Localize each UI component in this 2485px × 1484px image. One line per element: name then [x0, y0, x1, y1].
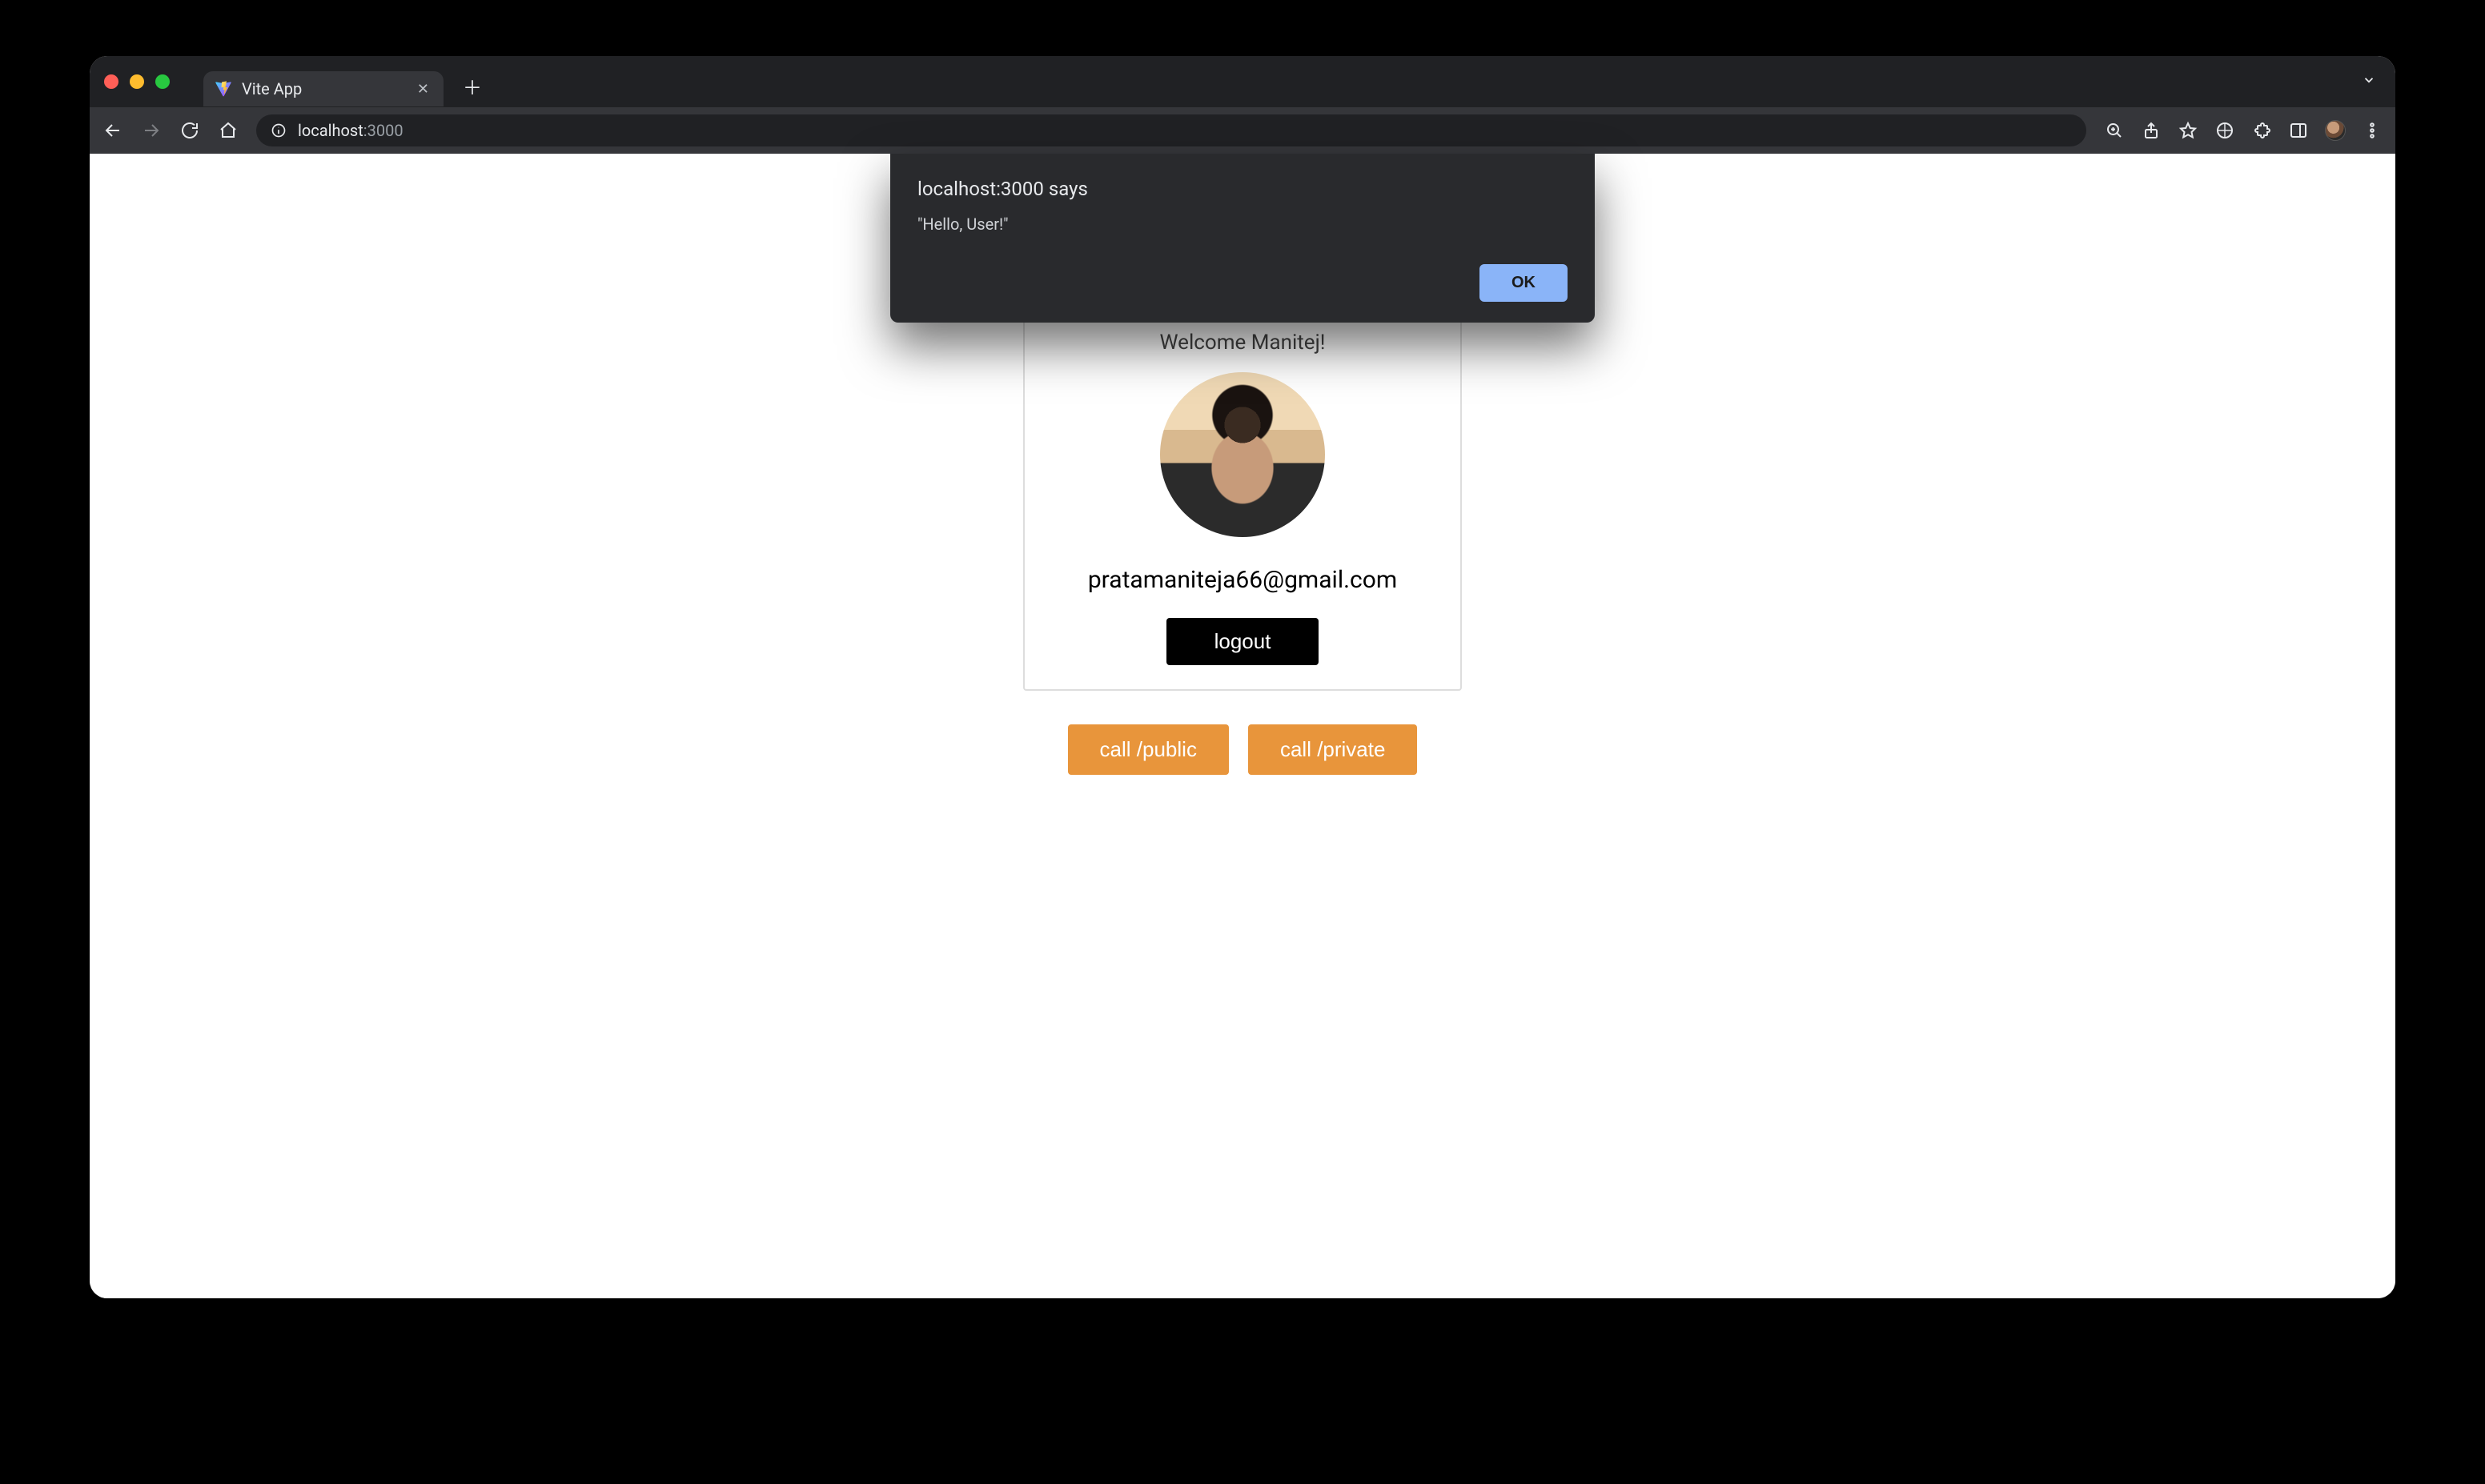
extensions-puzzle-icon[interactable] [2251, 120, 2272, 141]
welcome-text: Welcome Manitej! [1160, 331, 1326, 355]
toolbar-right [2104, 120, 2383, 141]
new-tab-button[interactable]: ＋ [463, 72, 482, 100]
zoom-icon[interactable] [2104, 120, 2125, 141]
tab-overflow-chevron-icon[interactable] [2362, 72, 2376, 91]
site-info-icon[interactable] [271, 122, 287, 138]
vite-favicon-icon [215, 80, 232, 98]
tab-close-icon[interactable]: ✕ [417, 81, 429, 98]
profile-avatar [1160, 372, 1325, 537]
bookmark-star-icon[interactable] [2178, 120, 2198, 141]
browser-tab[interactable]: Vite App ✕ [203, 71, 444, 106]
profile-avatar-icon[interactable] [2325, 120, 2346, 141]
api-buttons-row: call /public call /private [1068, 724, 1418, 775]
page-viewport: Secure your Flask app with React Welcome… [90, 154, 2395, 1298]
window-controls [104, 74, 170, 89]
alert-message: "Hello, User!" [917, 215, 1568, 234]
logout-button[interactable]: logout [1166, 618, 1319, 665]
window-minimize-button[interactable] [130, 74, 144, 89]
reload-button[interactable] [179, 120, 200, 141]
js-alert-dialog: localhost:3000 says "Hello, User!" OK [890, 154, 1595, 323]
window-zoom-button[interactable] [155, 74, 170, 89]
url-host: localhost [298, 121, 363, 140]
kebab-menu-icon[interactable] [2362, 120, 2383, 141]
url-port: :3000 [363, 121, 403, 140]
share-icon[interactable] [2141, 120, 2162, 141]
titlebar: Vite App ✕ ＋ [90, 56, 2395, 107]
home-button[interactable] [218, 120, 239, 141]
call-private-button[interactable]: call /private [1248, 724, 1418, 775]
alert-origin: localhost:3000 says [917, 178, 1568, 200]
side-panel-icon[interactable] [2288, 120, 2309, 141]
browser-window: Vite App ✕ ＋ localhost:3000 [90, 56, 2395, 1298]
call-public-button[interactable]: call /public [1068, 724, 1229, 775]
address-bar[interactable]: localhost:3000 [256, 114, 2086, 146]
alert-ok-button[interactable]: OK [1479, 264, 1568, 302]
window-close-button[interactable] [104, 74, 118, 89]
extension-icon-1[interactable] [2214, 120, 2235, 141]
user-email: pratamaniteja66@gmail.com [1088, 566, 1397, 594]
browser-toolbar: localhost:3000 [90, 107, 2395, 154]
url-text: localhost:3000 [298, 121, 403, 140]
forward-button[interactable] [141, 120, 162, 141]
back-button[interactable] [102, 120, 123, 141]
profile-card: Welcome Manitej! pratamaniteja66@gmail.c… [1023, 299, 1462, 691]
tab-title: Vite App [242, 79, 302, 98]
